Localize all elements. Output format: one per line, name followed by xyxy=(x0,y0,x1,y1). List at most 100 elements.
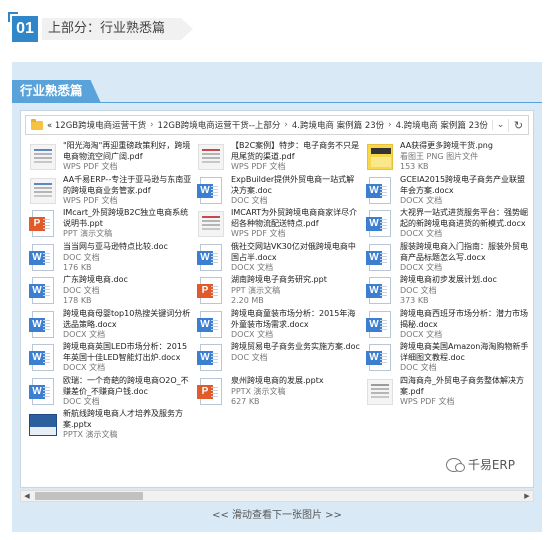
breadcrumb-item[interactable]: 4.跨境电商 案例篇 23份 xyxy=(396,119,488,131)
file-name: 欧瑞：一个奇葩的跨境电商O2O_不赚差价_不赚商户钱.doc xyxy=(63,376,189,396)
scroll-right-icon[interactable]: ▶ xyxy=(521,491,533,501)
horizontal-scrollbar[interactable]: ◀ ▶ xyxy=(20,490,534,502)
file-name: AA千易ERP--专注于亚马逊与东南亚的跨境电商业务管家.pdf xyxy=(63,175,192,195)
file-details: GCEIA2015跨境电子商务产业联盟年会方案.docx DOCX 文档 xyxy=(400,175,531,209)
file-explorer-window: « 12GB跨境电商运营干货 › 12GB跨境电商运营干货--上部分 › 4.跨… xyxy=(20,110,534,488)
section-header: 01 上部分：行业熟悉篇 xyxy=(8,12,193,44)
file-name: 跨境电商美国Amazon海淘购物新手详细图文教程.doc xyxy=(400,342,529,362)
powerpoint-icon: P xyxy=(29,209,57,239)
file-item[interactable]: W 跨境电商母婴top10热搜关键词分析选品策略.docx DOCX 文档 xyxy=(29,309,194,343)
folder-icon xyxy=(31,118,43,130)
file-details: 新航线跨境电商人才培养及服务方案.pptx PPTX 演示文稿 xyxy=(63,409,194,443)
file-name: 跨境电商西班牙市场分析：潜力市场揭秘.docx xyxy=(400,309,528,329)
file-name: "阳光海淘"再迎重磅政策利好，跨境电商物流空间广阔.pdf xyxy=(63,141,191,161)
file-details: AA获得更多跨境干货.png 看图王 PNG 图片文件 153 KB xyxy=(400,141,531,175)
file-size: 176 KB xyxy=(63,263,92,272)
file-type: DOCX 文档 xyxy=(231,330,274,339)
image-panel: 行业熟悉篇 « 12GB跨境电商运营干货 › 12GB跨境电商运营干货--上部分… xyxy=(12,62,542,532)
image-thumbnail-icon xyxy=(29,410,57,440)
file-item[interactable]: W 跨境电商美国Amazon海淘购物新手详细图文教程.doc DOC 文档 xyxy=(366,342,531,376)
file-item[interactable]: IMCART为外贸跨境电商商家详尽介绍各种物流配送特点.pdf WPS PDF 文… xyxy=(197,208,362,242)
word-doc-icon: W xyxy=(29,343,57,373)
file-item[interactable]: W 服装跨境电商入门指南：服装外贸电商产品标题怎么写.docx DOCX 文档 xyxy=(366,242,531,276)
word-doc-icon: W xyxy=(366,343,394,373)
file-item[interactable]: "阳光海淘"再迎重磅政策利好，跨境电商物流空间广阔.pdf WPS PDF 文档 xyxy=(29,141,194,175)
word-doc-icon: W xyxy=(366,243,394,273)
file-type: PPT 演示文稿 xyxy=(231,285,281,295)
file-item[interactable]: W 广东跨境电商.doc DOC 文档 178 KB xyxy=(29,275,194,309)
word-doc-icon: W xyxy=(366,209,394,239)
file-item[interactable]: W 当当网与亚马逊特点比较.doc DOC 文档 176 KB xyxy=(29,242,194,276)
file-item[interactable]: W 跨境电商童装市场分析：2015年海外童装市场需求.docx DOCX 文档 xyxy=(197,309,362,343)
panel-header: 行业熟悉篇 xyxy=(12,80,542,103)
file-item[interactable]: W 欧瑞：一个奇葩的跨境电商O2O_不赚差价_不赚商户钱.doc DOC 文档 xyxy=(29,376,194,410)
file-name: 广东跨境电商.doc xyxy=(63,275,128,284)
refresh-icon[interactable]: ↻ xyxy=(508,118,528,132)
file-item[interactable]: W 跨境电商英国LED市场分析：2015年英国十佳LED智能灯出炉.docx DOC… xyxy=(29,342,194,376)
file-details: IMcart_外贸跨境B2C独立电商系统说明书.ppt PPT 演示文稿 xyxy=(63,208,194,242)
scrollbar-thumb[interactable] xyxy=(35,492,143,500)
file-type: DOCX 文档 xyxy=(400,196,443,205)
file-name: 跨境电商母婴top10热搜关键词分析选品策略.docx xyxy=(63,309,191,329)
breadcrumb-separator-icon: › xyxy=(150,120,154,130)
file-type: DOCX 文档 xyxy=(63,330,106,339)
file-item[interactable]: W 俄社交网站VK30亿对俄跨境电商中国占半.docx DOCX 文档 xyxy=(197,242,362,276)
file-item[interactable]: P 泉州跨境电商的发展.pptx PPTX 演示文稿 627 KB xyxy=(197,376,362,410)
next-image-hint[interactable]: << 滑动查看下一张图片 >> xyxy=(12,506,542,526)
word-doc-icon: W xyxy=(366,176,394,206)
file-size: 373 KB xyxy=(400,296,429,305)
file-item[interactable]: P IMcart_外贸跨境B2C独立电商系统说明书.ppt PPT 演示文稿 xyxy=(29,208,194,242)
file-name: 跨境电商英国LED市场分析：2015年英国十佳LED智能灯出炉.docx xyxy=(63,342,188,362)
file-item[interactable]: 【B2C案例】特步：电子商务不只是甩尾货的渠道.pdf WPS PDF 文档 xyxy=(197,141,362,175)
file-item[interactable]: AA获得更多跨境干货.png 看图王 PNG 图片文件 153 KB xyxy=(366,141,531,175)
file-size: 2.20 MB xyxy=(231,296,264,305)
file-details: 跨境电商美国Amazon海淘购物新手详细图文教程.doc DOC 文档 xyxy=(400,342,531,376)
watermark-text: 千易ERP xyxy=(467,458,515,472)
breadcrumb-back[interactable]: « 12GB跨境电商运营干货 xyxy=(47,119,146,131)
panel-divider xyxy=(12,102,542,103)
file-details: 泉州跨境电商的发展.pptx PPTX 演示文稿 627 KB xyxy=(231,376,362,410)
file-details: 当当网与亚马逊特点比较.doc DOC 文档 176 KB xyxy=(63,242,194,276)
scroll-left-icon[interactable]: ◀ xyxy=(21,491,33,501)
word-doc-icon: W xyxy=(197,310,225,340)
chevron-down-icon[interactable]: ⌄ xyxy=(492,120,508,130)
file-type: WPS PDF 文档 xyxy=(400,397,455,406)
file-details: 欧瑞：一个奇葩的跨境电商O2O_不赚差价_不赚商户钱.doc DOC 文档 xyxy=(63,376,194,410)
breadcrumb-item[interactable]: 12GB跨境电商运营干货--上部分 xyxy=(158,119,281,131)
file-type: DOC 文档 xyxy=(63,252,100,262)
file-name: IMCART为外贸跨境电商商家详尽介绍各种物流配送特点.pdf xyxy=(231,208,358,228)
file-details: 广东跨境电商.doc DOC 文档 178 KB xyxy=(63,275,194,309)
word-doc-icon: W xyxy=(197,176,225,206)
file-type: DOCX 文档 xyxy=(400,330,443,339)
file-name: 湖南跨境电子商务研究.ppt xyxy=(231,275,327,284)
file-details: 跨境电商童装市场分析：2015年海外童装市场需求.docx DOCX 文档 xyxy=(231,309,362,343)
file-type: WPS PDF 文档 xyxy=(231,162,286,171)
word-doc-icon: W xyxy=(366,310,394,340)
file-item[interactable]: AA千易ERP--专注于亚马逊与东南亚的跨境电商业务管家.pdf WPS PDF … xyxy=(29,175,194,209)
file-details: 服装跨境电商入门指南：服装外贸电商产品标题怎么写.docx DOCX 文档 xyxy=(400,242,531,276)
file-item[interactable]: W 跨境贸易电子商务业务实施方案.doc DOC 文档 xyxy=(197,342,362,376)
word-doc-icon: W xyxy=(29,243,57,273)
file-type: DOC 文档 xyxy=(400,363,437,372)
word-doc-icon: W xyxy=(29,310,57,340)
file-item[interactable]: W GCEIA2015跨境电子商务产业联盟年会方案.docx DOCX 文档 xyxy=(366,175,531,209)
pdf-thumbnail-icon xyxy=(366,377,394,407)
watermark: 千易ERP xyxy=(445,456,515,473)
file-item[interactable]: P 湖南跨境电子商务研究.ppt PPT 演示文稿 2.20 MB xyxy=(197,275,362,309)
file-item[interactable]: 四海商舟_外贸电子商务整体解决方案.pdf WPS PDF 文档 xyxy=(366,376,531,410)
file-item[interactable]: W ExpBuilder提供外贸电商一站式解决方案.doc DOC 文档 xyxy=(197,175,362,209)
breadcrumb-item[interactable]: 4.跨境电商 案例篇 23份 xyxy=(292,119,384,131)
file-item[interactable]: W 跨境电商初步发展计划.doc DOC 文档 373 KB xyxy=(366,275,531,309)
file-name: 跨境贸易电子商务业务实施方案.doc xyxy=(231,342,360,351)
file-item[interactable]: W 大视界一站式进货服务平台：强势崛起的新跨境电商进货的新模式.docx DOCX … xyxy=(366,208,531,242)
file-type: DOC 文档 xyxy=(63,397,100,406)
file-details: 跨境电商母婴top10热搜关键词分析选品策略.docx DOCX 文档 xyxy=(63,309,194,343)
file-details: IMCART为外贸跨境电商商家详尽介绍各种物流配送特点.pdf WPS PDF 文… xyxy=(231,208,362,242)
address-bar[interactable]: « 12GB跨境电商运营干货 › 12GB跨境电商运营干货--上部分 › 4.跨… xyxy=(25,115,529,135)
word-doc-icon: W xyxy=(366,276,394,306)
pdf-thumbnail-icon xyxy=(29,142,57,172)
file-item[interactable]: W 跨境电商西班牙市场分析：潜力市场揭秘.docx DOCX 文档 xyxy=(366,309,531,343)
word-doc-icon: W xyxy=(29,377,57,407)
file-item[interactable]: 新航线跨境电商人才培养及服务方案.pptx PPTX 演示文稿 xyxy=(29,409,194,443)
file-details: 四海商舟_外贸电子商务整体解决方案.pdf WPS PDF 文档 xyxy=(400,376,531,410)
